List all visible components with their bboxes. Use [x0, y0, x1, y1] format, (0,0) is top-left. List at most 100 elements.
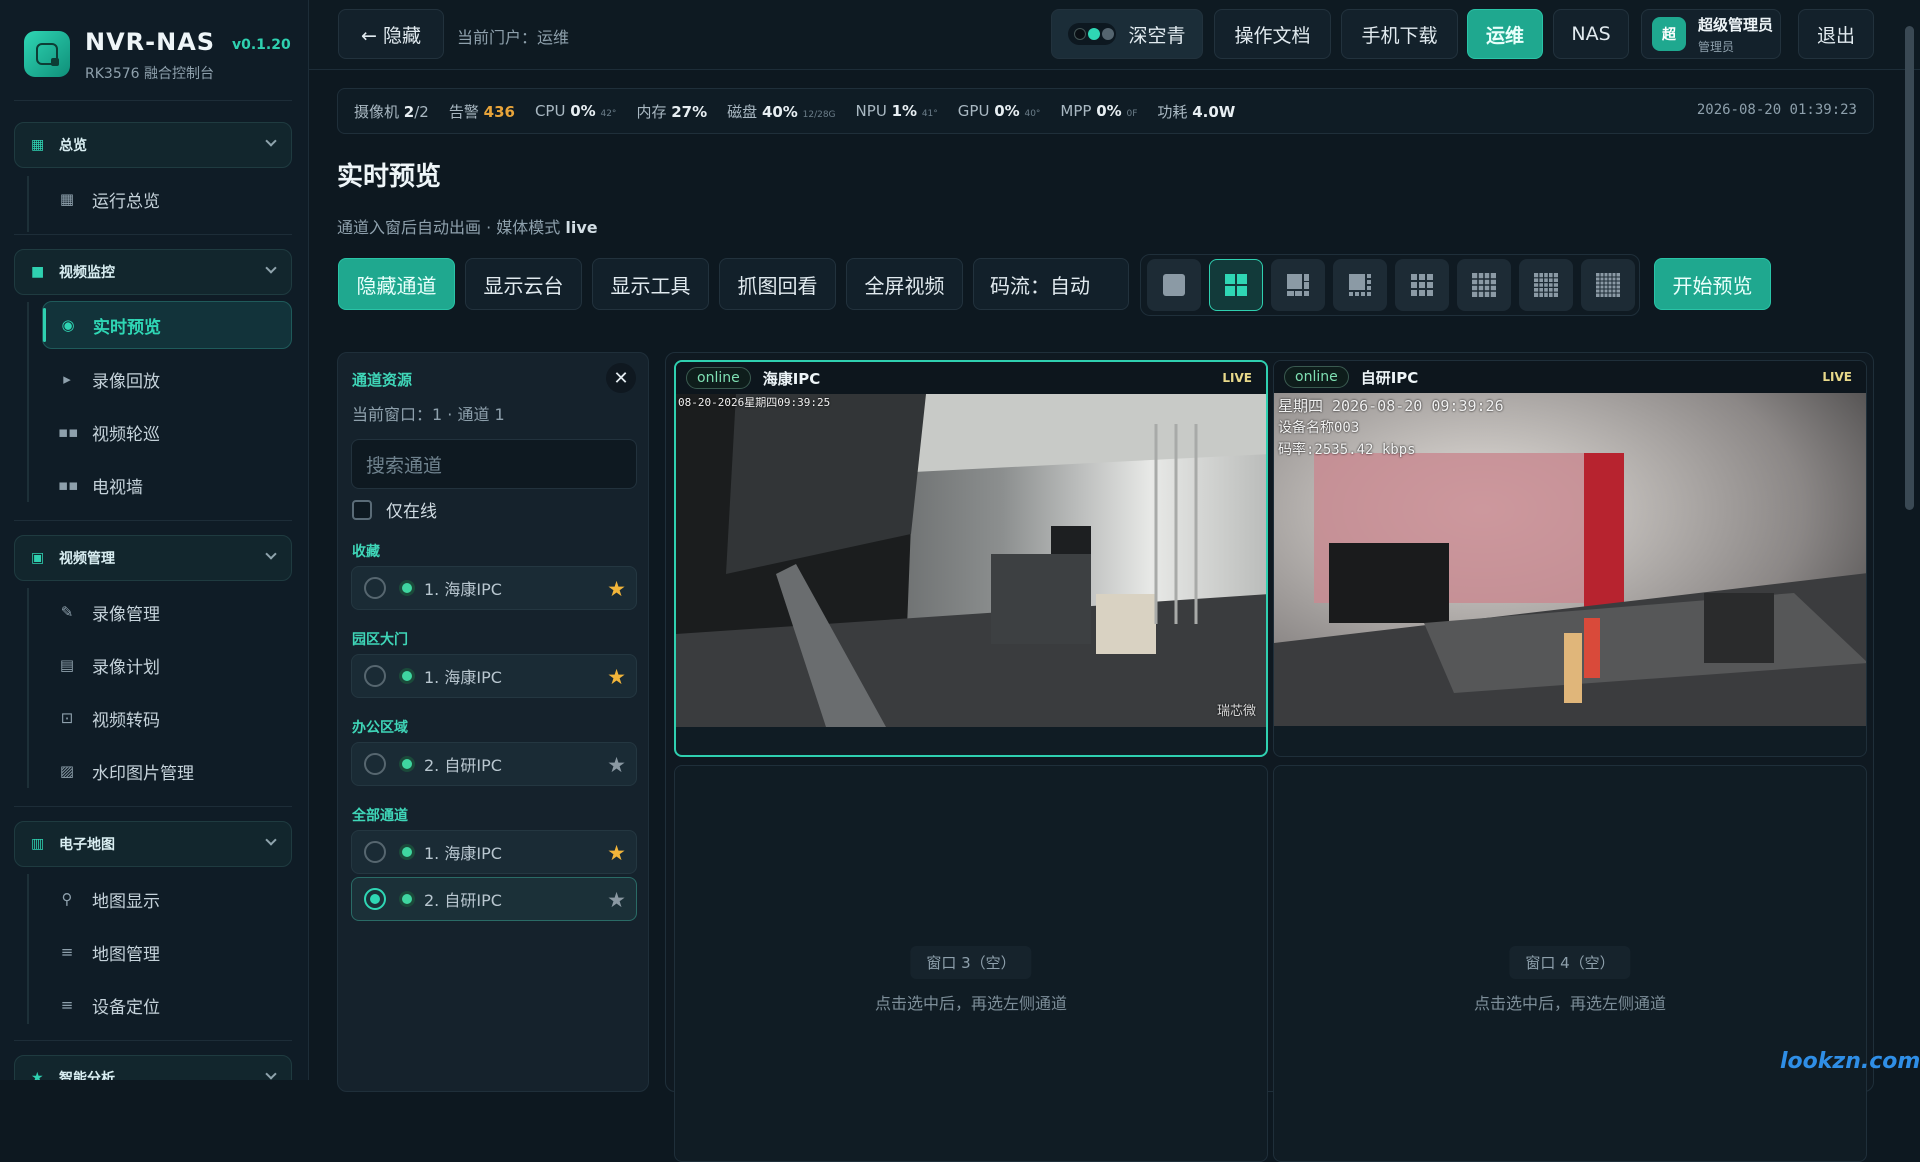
sidebar-item-record-manage[interactable]: ✎ 录像管理: [42, 588, 292, 636]
nav-group-video-manage[interactable]: ▣ 视频管理: [14, 535, 292, 581]
divider: [14, 520, 292, 521]
favorite-star-icon[interactable]: ★: [607, 841, 626, 865]
nav-rail: [27, 302, 29, 502]
layout-4x4-button[interactable]: [1457, 259, 1511, 311]
mobile-download-button[interactable]: 手机下载: [1341, 9, 1458, 59]
sidebar-item-record-plan[interactable]: ▤ 录像计划: [42, 641, 292, 689]
layout-5x5-button[interactable]: [1519, 259, 1573, 311]
nav-group-overview[interactable]: ▦ 总览: [14, 122, 292, 168]
hide-sidebar-button[interactable]: ← 隐藏: [338, 9, 444, 59]
layout-selector: [1140, 254, 1640, 316]
user-name: 超级管理员: [1698, 15, 1774, 34]
window-header: online 海康IPC LIVE: [676, 362, 1266, 394]
nav-group-video-monitor[interactable]: ■ 视频监控: [14, 249, 292, 295]
channel-item[interactable]: 1. 海康IPC ★: [351, 566, 637, 610]
close-icon[interactable]: ✕: [606, 363, 636, 393]
online-dot-icon: [402, 894, 412, 904]
online-only-checkbox[interactable]: 仅在线: [352, 497, 437, 522]
snapshot-review-button[interactable]: 抓图回看: [719, 258, 836, 310]
favorite-star-icon[interactable]: ★: [607, 665, 626, 689]
channel-item-selected[interactable]: 2. 自研IPC ★: [351, 877, 637, 921]
stat-cpu: CPU 0% 42°: [534, 102, 617, 120]
theme-toggle-icon: [1068, 23, 1117, 45]
fullscreen-button[interactable]: 全屏视频: [846, 258, 963, 310]
star-icon[interactable]: ★: [607, 888, 626, 912]
top-bar: ← 隐藏 当前门户：运维 深空青 操作文档 手机下载 运维 NAS 超 超级管理…: [309, 0, 1920, 70]
channel-item[interactable]: 2. 自研IPC ★: [351, 742, 637, 786]
sidebar-item-overview[interactable]: ▦ 运行总览: [42, 175, 292, 223]
video-window-1[interactable]: online 海康IPC LIVE 08-20-2026星期四09:39:25 …: [674, 360, 1268, 757]
logo-icon: [24, 31, 70, 77]
logout-button[interactable]: 退出: [1798, 9, 1874, 59]
hide-channel-button[interactable]: 隐藏通道: [338, 258, 455, 310]
sidebar-item-tv-wall[interactable]: ▪▪ 电视墙: [42, 461, 292, 509]
system-time: 2026-08-20 01:39:23: [1696, 102, 1857, 118]
sidebar-item-device-location[interactable]: ≡ 设备定位: [42, 981, 292, 1029]
layout-1plus7-button[interactable]: [1333, 259, 1387, 311]
show-tools-button[interactable]: 显示工具: [592, 258, 709, 310]
video-window-2[interactable]: online 自研IPC LIVE 星期四 2026-08-20 09:39:2…: [1273, 360, 1867, 757]
video-window-3[interactable]: 窗口 3（空） 点击选中后，再选左侧通道: [674, 765, 1268, 1162]
layout-4x4-icon: [1472, 273, 1496, 297]
video-window-4[interactable]: 窗口 4（空） 点击选中后，再选左侧通道: [1273, 765, 1867, 1162]
sidebar-item-map-display[interactable]: ⚲ 地图显示: [42, 875, 292, 923]
brand[interactable]: NVR-NAS v0.1.20 RK3576 融合控制台: [24, 28, 294, 84]
layout-3x3-button[interactable]: [1395, 259, 1449, 311]
layout-1plus5-button[interactable]: [1271, 259, 1325, 311]
radio-checked-icon: [364, 888, 386, 910]
stream-select[interactable]: 码流：自动: [973, 258, 1129, 310]
sidebar-item-watermark[interactable]: ▨ 水印图片管理: [42, 747, 292, 795]
channel-item[interactable]: 1. 海康IPC ★: [351, 830, 637, 874]
empty-window-tag: 窗口 4（空）: [1509, 946, 1631, 979]
layout-2x2-icon: [1225, 274, 1247, 296]
theme-toggle-button[interactable]: 深空青: [1051, 9, 1203, 59]
live-badge: LIVE: [1822, 370, 1852, 384]
star-icon: ★: [31, 1070, 44, 1080]
sidebar-item-patrol[interactable]: ▪▪ 视频轮巡: [42, 408, 292, 456]
camera-icon: ■: [31, 264, 45, 280]
video-stream[interactable]: 08-20-2026星期四09:39:25 瑞芯微: [676, 394, 1266, 727]
video-manage-icon: ▣: [31, 550, 45, 566]
online-dot-icon: [402, 759, 412, 769]
channel-item[interactable]: 1. 海康IPC ★: [351, 654, 637, 698]
radio-icon: [364, 753, 386, 775]
nav-rail: [27, 588, 29, 788]
star-icon[interactable]: ★: [607, 753, 626, 777]
user-role: 管理员: [1698, 39, 1735, 54]
show-ptz-button[interactable]: 显示云台: [465, 258, 582, 310]
sidebar-item-label: 视频轮巡: [92, 424, 160, 445]
nav-group-analytics[interactable]: ★ 智能分析: [14, 1055, 292, 1080]
sidebar-item-map-manage[interactable]: ≡ 地图管理: [42, 928, 292, 976]
brand-version: v0.1.20: [232, 37, 291, 53]
sidebar-item-label: 水印图片管理: [92, 763, 194, 784]
live-badge: LIVE: [1222, 371, 1252, 385]
chevron-down-icon: [265, 262, 277, 274]
sidebar-item-transcode[interactable]: ⊡ 视频转码: [42, 694, 292, 742]
channel-search-input[interactable]: 搜索通道: [351, 439, 637, 489]
nav-group-map[interactable]: ▥ 电子地图: [14, 821, 292, 867]
site-watermark: lookzn.com: [1780, 1049, 1920, 1074]
video-stream[interactable]: 星期四 2026-08-20 09:39:26 设备名称003 码率:2535.…: [1274, 393, 1866, 726]
nas-portal-button[interactable]: NAS: [1553, 9, 1629, 59]
page-scrollbar[interactable]: [1905, 26, 1914, 510]
section-office: 办公区域: [352, 720, 408, 736]
window-header: online 自研IPC LIVE: [1274, 361, 1866, 393]
radio-icon: [364, 665, 386, 687]
docs-button[interactable]: 操作文档: [1214, 9, 1331, 59]
system-status-bar: 摄像机 2/2 告警 436 CPU 0% 42° 内存 27% 磁盘 40% …: [337, 88, 1874, 134]
stat-alarms[interactable]: 告警 436: [449, 101, 515, 122]
ops-portal-button[interactable]: 运维: [1467, 9, 1543, 59]
nav-rail: [27, 176, 29, 232]
sidebar-item-playback[interactable]: ▸ 录像回放: [42, 355, 292, 403]
video-grid: online 海康IPC LIVE 08-20-2026星期四09:39:25 …: [665, 352, 1874, 1162]
layout-2x2-button[interactable]: [1209, 259, 1263, 311]
start-preview-button[interactable]: 开始预览: [1654, 258, 1771, 310]
office-camera-frame: [676, 394, 1266, 727]
layout-1x1-button[interactable]: [1147, 259, 1201, 311]
layout-1plus7-icon: [1349, 274, 1371, 296]
sidebar-item-live-preview[interactable]: ◉ 实时预览: [42, 301, 292, 349]
user-menu[interactable]: 超 超级管理员 管理员: [1641, 9, 1781, 59]
video-timestamp-overlay: 星期四 2026-08-20 09:39:26: [1278, 397, 1504, 415]
favorite-star-icon[interactable]: ★: [607, 577, 626, 601]
layout-6x6-button[interactable]: [1581, 259, 1635, 311]
